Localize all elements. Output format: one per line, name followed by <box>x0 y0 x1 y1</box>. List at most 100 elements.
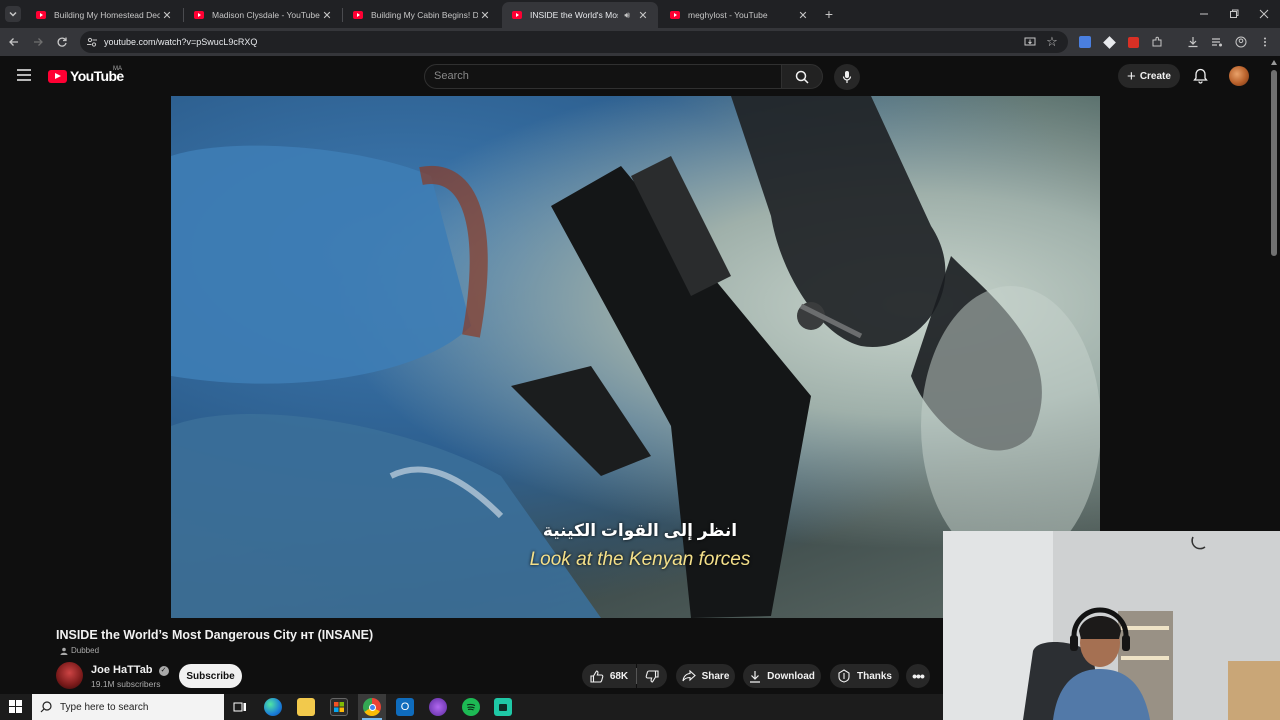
search-icon <box>795 70 809 84</box>
forward-icon[interactable] <box>30 34 46 50</box>
youtube-play-icon <box>48 69 67 83</box>
like-button[interactable]: 68K <box>582 664 636 688</box>
browser-tab[interactable]: Madison Clysdale - YouTube ✕ <box>184 2 342 28</box>
tab-close-icon[interactable]: ✕ <box>160 9 174 22</box>
youtube-favicon-icon <box>512 11 522 19</box>
video-title: INSIDE the World’s Most Dangerous City ʜ… <box>56 628 374 642</box>
tab-close-icon[interactable]: ✕ <box>478 9 492 22</box>
browser-tab[interactable]: Building My Homestead Deck D ✕ <box>26 2 182 28</box>
edge-browser-icon[interactable] <box>264 698 282 716</box>
file-explorer-icon[interactable] <box>297 698 315 716</box>
dislike-button[interactable] <box>637 664 667 688</box>
tab-title: Madison Clysdale - YouTube <box>212 10 320 20</box>
user-avatar[interactable] <box>1229 66 1249 86</box>
subscribe-button[interactable]: Subscribe <box>179 664 242 688</box>
tab-close-icon[interactable]: ✕ <box>636 9 650 22</box>
windows-start-icon[interactable] <box>9 700 22 718</box>
subscriber-count: 19.1M subscribers <box>91 679 161 689</box>
microphone-icon <box>842 71 852 83</box>
new-tab-icon[interactable]: + <box>821 6 837 22</box>
youtube-favicon-icon <box>194 11 204 19</box>
tab-title: meghylost - YouTube <box>688 10 768 20</box>
download-button[interactable]: Download <box>743 664 821 688</box>
channel-avatar[interactable] <box>56 662 83 689</box>
browser-tab-active[interactable]: INSIDE the World's Most Da 🔊︎ ✕ <box>502 2 658 28</box>
create-button[interactable]: + Create <box>1118 64 1180 88</box>
microsoft-store-icon[interactable] <box>330 698 348 716</box>
youtube-favicon-icon <box>36 11 46 19</box>
like-divider <box>636 668 637 684</box>
notifications-bell-icon[interactable] <box>1193 68 1208 89</box>
search-button[interactable] <box>781 64 823 89</box>
red-extension-icon[interactable] <box>1125 34 1141 50</box>
dubbed-label: Dubbed <box>71 646 100 655</box>
webcam-overlay <box>943 531 1280 720</box>
more-actions-button[interactable]: ••• <box>906 664 930 688</box>
verified-check-icon: ✓ <box>158 666 169 676</box>
tab-close-icon[interactable]: ✕ <box>320 9 334 22</box>
youtube-favicon-icon <box>353 11 363 19</box>
search-placeholder: Search <box>434 70 469 82</box>
translate-extension-icon[interactable] <box>1077 34 1093 50</box>
thumbs-down-icon <box>645 669 659 683</box>
webcam-feed-graphic <box>943 531 1280 720</box>
bookmark-star-icon[interactable]: ☆ <box>1044 34 1060 50</box>
taskbar-search-icon <box>40 701 52 713</box>
more-horizontal-icon: ••• <box>912 668 925 684</box>
download-icon <box>750 670 761 683</box>
dubbed-badge: Dubbed <box>60 646 99 655</box>
tab-title: Building My Homestead Deck D <box>54 10 160 20</box>
browser-tab[interactable]: meghylost - YouTube ✕ <box>660 2 818 28</box>
task-view-icon[interactable] <box>231 698 249 716</box>
channel-name[interactable]: Joe HaTTab ✓ <box>91 664 169 676</box>
plus-icon: + <box>1127 67 1136 85</box>
share-icon <box>682 670 696 682</box>
share-label: Share <box>701 670 730 682</box>
url-text[interactable]: youtube.com/watch?v=pSwucL9cRXQ <box>104 37 257 47</box>
hamburger-menu-icon[interactable] <box>16 68 32 87</box>
create-label: Create <box>1139 70 1171 82</box>
tab-title: Building My Cabin Begins! Dig <box>371 10 478 20</box>
scroll-up-arrow-icon[interactable] <box>1271 60 1277 65</box>
profile-icon[interactable] <box>1233 34 1249 50</box>
extensions-puzzle-icon[interactable] <box>1149 34 1165 50</box>
downloads-icon[interactable] <box>1185 34 1201 50</box>
youtube-favicon-icon <box>670 11 680 19</box>
chrome-icon[interactable] <box>363 698 381 716</box>
chat-app-icon[interactable] <box>429 698 447 716</box>
tab-close-icon[interactable]: ✕ <box>796 9 810 22</box>
scrollbar-thumb[interactable] <box>1271 70 1277 256</box>
reload-icon[interactable] <box>54 34 70 50</box>
restore-icon[interactable] <box>1226 6 1242 22</box>
thanks-label: Thanks <box>856 670 892 682</box>
site-info-icon[interactable] <box>84 34 100 50</box>
spotify-icon[interactable] <box>462 698 480 716</box>
thumbs-up-icon <box>590 669 604 683</box>
close-window-icon[interactable] <box>1256 6 1272 22</box>
taskbar-search-placeholder: Type here to search <box>60 701 149 713</box>
browser-tab[interactable]: Building My Cabin Begins! Dig ✕ <box>343 2 500 28</box>
download-label: Download <box>767 670 815 682</box>
taskbar-search-box[interactable]: Type here to search <box>32 694 224 720</box>
voice-search-button[interactable] <box>834 64 860 90</box>
region-code: MA <box>113 66 122 72</box>
back-icon[interactable] <box>6 34 22 50</box>
media-control-icon[interactable] <box>1209 34 1225 50</box>
search-input[interactable] <box>424 64 782 89</box>
share-button[interactable]: Share <box>676 664 735 688</box>
channel-name-text: Joe HaTTab <box>91 664 153 676</box>
minimize-icon[interactable] <box>1196 6 1212 22</box>
extension-icon[interactable] <box>1101 34 1117 50</box>
outlook-icon[interactable]: O <box>396 698 414 716</box>
install-app-icon[interactable] <box>1022 34 1038 50</box>
person-icon <box>60 647 68 655</box>
tab-search-icon[interactable] <box>5 6 21 22</box>
browser-tab-strip: Building My Homestead Deck D ✕ Madison C… <box>0 0 1280 28</box>
thanks-button[interactable]: Thanks <box>830 664 899 688</box>
chrome-menu-icon[interactable] <box>1257 34 1273 50</box>
android-studio-icon[interactable] <box>494 698 512 716</box>
speaker-icon[interactable]: 🔊︎ <box>624 10 630 21</box>
tab-title: INSIDE the World's Most Da <box>530 10 618 20</box>
like-count: 68K <box>609 670 629 682</box>
super-thanks-icon <box>838 669 850 683</box>
